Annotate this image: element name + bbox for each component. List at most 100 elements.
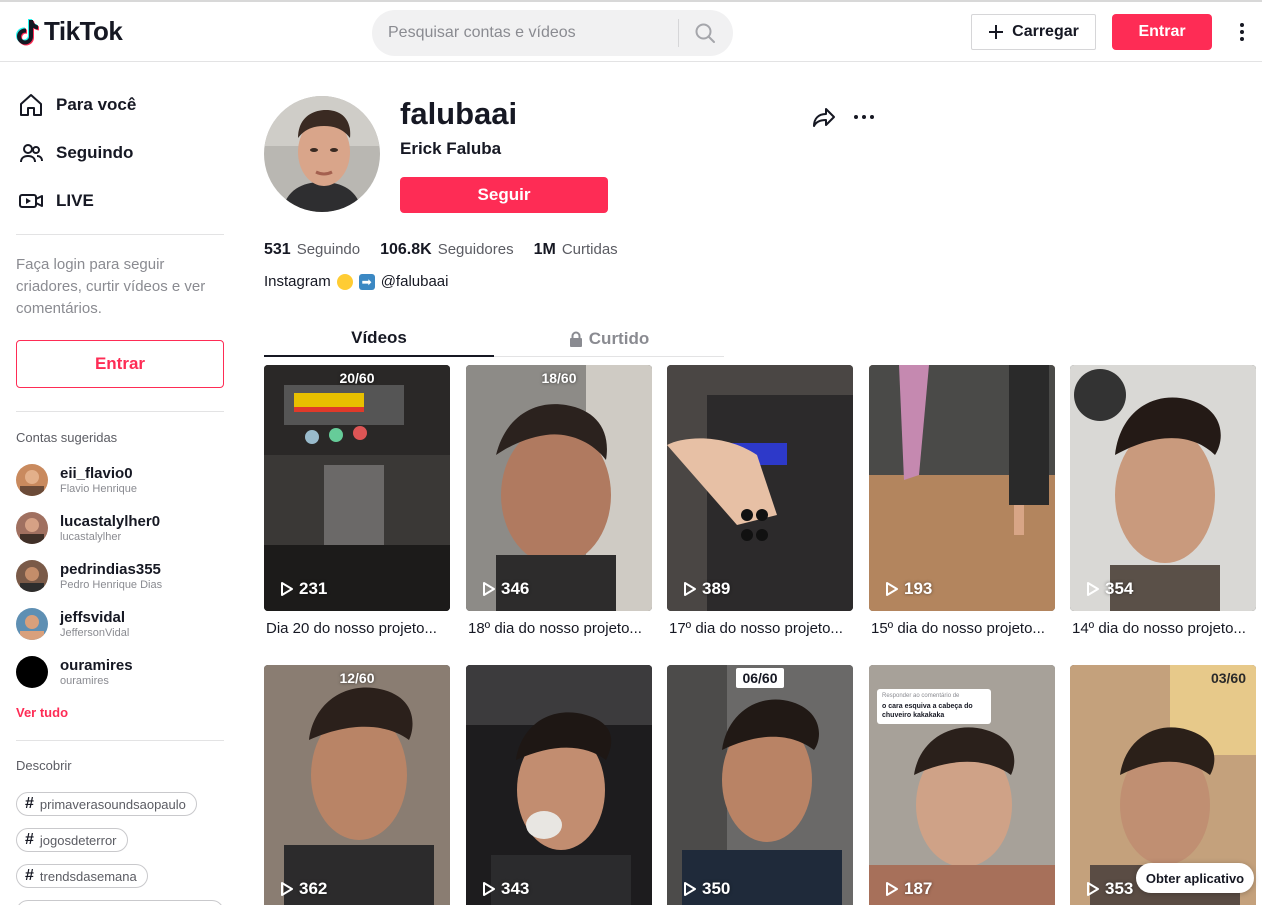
suggested-username: eii_flavio0 [60, 464, 133, 482]
suggested-account[interactable]: jeffsvidal JeffersonVidal [16, 607, 129, 641]
nav-following[interactable]: Seguindo [16, 137, 133, 169]
view-count-value: 353 [1105, 879, 1134, 898]
play-icon [1087, 582, 1099, 596]
reply-comment-text: o cara esquiva a cabeça do chuveiro kaka… [882, 703, 973, 719]
get-app-button[interactable]: Obter aplicativo [1136, 863, 1254, 893]
video-card[interactable]: 12/60 362 [264, 665, 450, 905]
hashtag-chip[interactable] [16, 900, 224, 905]
video-caption: 14º dia do nosso projeto... [1072, 620, 1246, 637]
following-count: 531 [264, 241, 291, 258]
view-count-value: 354 [1105, 579, 1134, 598]
lock-icon [569, 331, 582, 347]
video-day-counter-text: 06/60 [736, 668, 784, 688]
play-icon [684, 882, 696, 896]
share-icon[interactable] [812, 105, 836, 129]
see-all-link[interactable]: Ver tudo [16, 705, 68, 720]
suggested-username: lucastalylher0 [60, 512, 161, 530]
suggested-account[interactable]: eii_flavio0 Flavio Henrique [16, 463, 137, 497]
hashtag-chip[interactable]: # trendsdasemana [16, 864, 148, 888]
profile-avatar [264, 96, 380, 212]
nav-live[interactable]: LIVE [16, 185, 94, 217]
video-caption: 18º dia do nosso projeto... [468, 620, 642, 637]
discover-title: Descobrir [16, 758, 72, 773]
video-card[interactable]: 354 14º dia do nosso projeto... [1070, 365, 1256, 637]
avatar [16, 608, 48, 640]
top-bar: TikTok Carregar Entrar [0, 2, 1262, 62]
header-login-button[interactable]: Entrar [1112, 14, 1212, 50]
suggested-nickname: Pedro Henrique Dias [60, 578, 163, 591]
follow-button[interactable]: Seguir [400, 177, 608, 213]
plus-icon [989, 25, 1004, 39]
profile-bio: Instagram ➡ @falubaai [264, 273, 448, 290]
suggested-nickname: ouramires [60, 674, 109, 687]
profile-main: falubaai Erick Faluba Seguir 531 Seguindo… [240, 63, 1262, 905]
followers-stat[interactable]: 106.8K Seguidores [380, 241, 513, 259]
play-icon [1087, 882, 1099, 896]
sidebar-divider [16, 740, 224, 741]
nav-for-you[interactable]: Para você [16, 89, 136, 121]
video-day-counter: 03/60 [1210, 670, 1246, 686]
sidebar-login-button[interactable]: Entrar [16, 340, 224, 388]
video-thumbnail: 18/60 346 [466, 365, 652, 611]
video-thumbnail: 389 [667, 365, 853, 611]
bio-instagram-handle: @falubaai [380, 273, 449, 290]
avatar [16, 560, 48, 592]
likes-stat: 1M Curtidas [534, 241, 618, 259]
vertical-dots-icon [1240, 23, 1244, 41]
video-thumbnail: 20/60 231 [264, 365, 450, 611]
view-count: 343 [482, 879, 529, 899]
upload-button[interactable]: Carregar [971, 14, 1096, 50]
nav-for-you-label: Para você [56, 95, 137, 114]
video-day-counter: 06/60 [667, 668, 853, 688]
tab-liked-label: Curtido [588, 329, 650, 348]
hashtag-icon: # [25, 867, 34, 884]
search-button[interactable] [679, 10, 731, 56]
video-day-counter: 20/60 [339, 370, 375, 386]
video-card[interactable]: 20/60 231 Dia 20 do nosso projeto... [264, 365, 450, 637]
video-card[interactable]: 193 15º dia do nosso projeto... [869, 365, 1055, 637]
suggested-account[interactable]: pedrindias355 Pedro Henrique Dias [16, 559, 162, 593]
hashtag-chip[interactable]: # jogosdeterror [16, 828, 128, 852]
following-stat[interactable]: 531 Seguindo [264, 241, 360, 259]
video-card[interactable]: 389 17º dia do nosso projeto... [667, 365, 853, 637]
suggested-accounts-title: Contas sugeridas [16, 430, 118, 445]
profile-stats: 531 Seguindo 106.8K Seguidores 1M Curtidas [264, 241, 618, 259]
view-count-value: 389 [702, 579, 731, 598]
suggested-account[interactable]: ouramires ouramires [16, 655, 133, 689]
video-thumbnail: 12/60 362 [264, 665, 450, 905]
view-count-value: 231 [299, 579, 328, 598]
tab-liked[interactable]: Curtido [494, 321, 724, 357]
bio-text: Instagram [264, 273, 331, 290]
upload-label: Carregar [1012, 23, 1079, 40]
logo-text: TikTok [44, 16, 123, 46]
sidebar-divider [16, 234, 224, 235]
hashtag-chip[interactable]: # primaverasoundsaopaulo [16, 792, 197, 816]
reply-comment-header: Responder ao comentário de [882, 693, 960, 699]
avatar [16, 464, 48, 496]
hashtag-icon: # [25, 831, 34, 848]
view-count: 231 [280, 579, 327, 599]
view-count: 193 [885, 579, 932, 599]
profile-tabs: Vídeos Curtido [264, 321, 724, 357]
video-thumbnail: 354 [1070, 365, 1256, 611]
right-arrow-emoji-icon: ➡ [358, 273, 375, 290]
view-count-value: 193 [904, 579, 933, 598]
more-options-icon[interactable] [852, 105, 876, 129]
likes-count: 1M [533, 241, 556, 258]
suggested-nickname: Flavio Henrique [60, 482, 138, 495]
tab-videos-label: Vídeos [351, 328, 407, 347]
tab-videos[interactable]: Vídeos [264, 321, 494, 357]
video-card[interactable]: 343 [466, 665, 652, 905]
tiktok-logo[interactable]: TikTok [16, 16, 123, 47]
video-card[interactable]: 06/60 350 [667, 665, 853, 905]
hashtag-icon: # [25, 795, 34, 812]
search-input[interactable] [388, 24, 678, 42]
more-menu-button[interactable] [1232, 16, 1252, 48]
video-card[interactable]: Responder ao comentário de o cara esquiv… [869, 665, 1055, 905]
suggested-account[interactable]: lucastalylher0 lucastalylher [16, 511, 160, 545]
video-card[interactable]: 18/60 346 18º dia do nosso projeto... [466, 365, 652, 637]
play-icon [886, 882, 898, 896]
hashtag-label: jogosdeterror [39, 832, 117, 848]
view-count-value: 346 [501, 579, 530, 598]
play-icon [886, 582, 898, 596]
